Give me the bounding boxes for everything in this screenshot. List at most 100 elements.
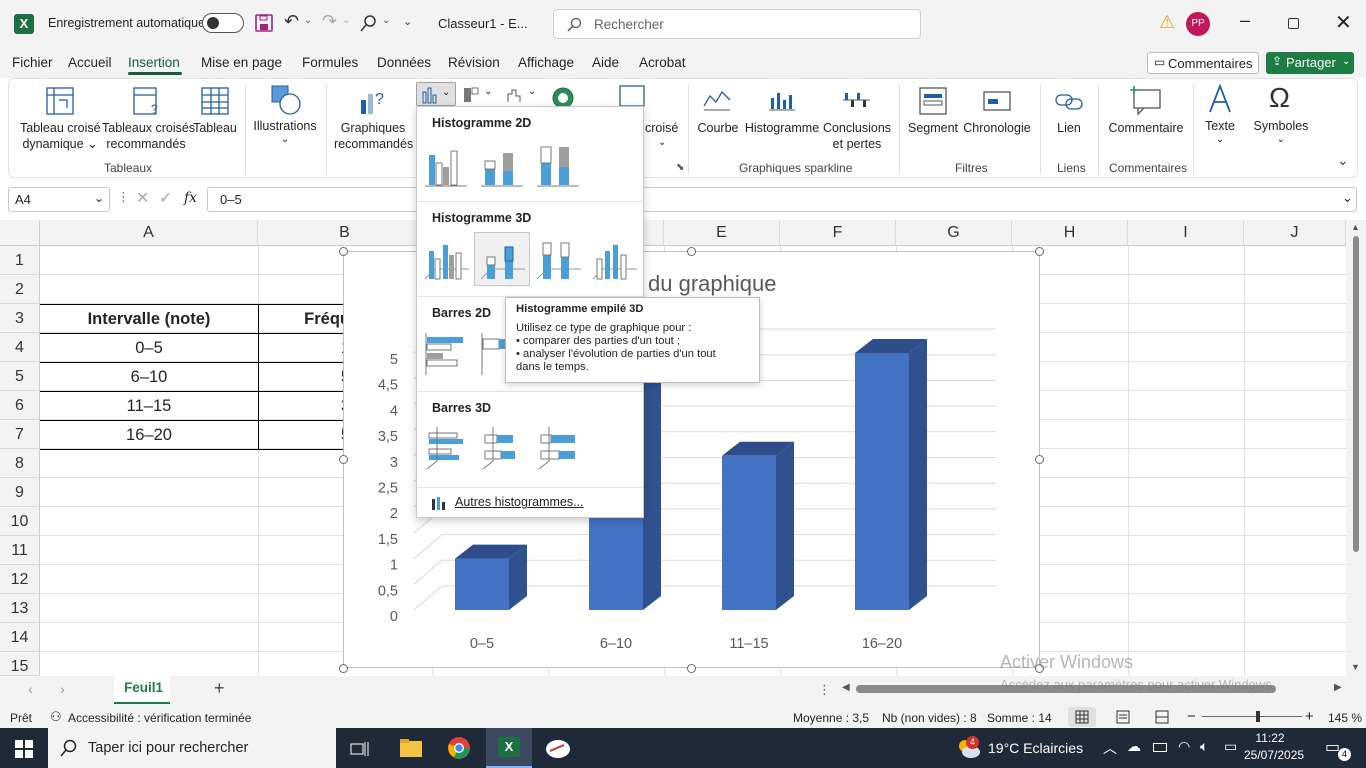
search-box[interactable]: Rechercher bbox=[553, 9, 921, 39]
battery-icon[interactable] bbox=[1153, 743, 1167, 752]
clustered-bar-icon[interactable] bbox=[423, 331, 469, 377]
autosave-toggle[interactable] bbox=[202, 13, 244, 33]
status-sum[interactable]: Somme : 14 bbox=[987, 711, 1052, 725]
symbols-button[interactable]: Ω Symboles ⌄ bbox=[1250, 82, 1312, 150]
save-icon[interactable] bbox=[255, 14, 273, 32]
excel-taskbar-button[interactable]: X bbox=[486, 728, 532, 768]
tab-formules[interactable]: Formules bbox=[302, 55, 358, 70]
row-header-13[interactable]: 13 bbox=[0, 594, 40, 623]
input-method-icon[interactable]: ▭ bbox=[1224, 738, 1237, 755]
row-header-11[interactable]: 11 bbox=[0, 536, 40, 565]
enter-icon[interactable]: ✓ bbox=[159, 188, 172, 208]
bar-4[interactable] bbox=[855, 353, 909, 610]
customize-toolbar-icon[interactable]: ⌄ bbox=[403, 15, 412, 28]
clock-time[interactable]: 11:22 bbox=[1250, 731, 1290, 745]
recommended-pivot-button[interactable]: ? Tableaux croisés recommandés bbox=[102, 84, 195, 154]
slicer-button[interactable]: Segment bbox=[904, 84, 962, 144]
sparkline-line-button[interactable]: Courbe bbox=[694, 84, 742, 144]
row-header-9[interactable]: 9 bbox=[0, 478, 40, 507]
resize-handle-tl[interactable] bbox=[339, 247, 348, 256]
pivot-chart-dropdown-icon[interactable]: ⌄ bbox=[658, 137, 666, 148]
ribbon-collapse-icon[interactable]: ⌄ bbox=[1337, 152, 1349, 169]
row-header-10[interactable]: 10 bbox=[0, 507, 40, 536]
scroll-right-icon[interactable]: ▶ bbox=[1334, 682, 1342, 693]
zoom-slider[interactable] bbox=[1202, 716, 1302, 717]
name-box[interactable]: A4 ⌄ bbox=[8, 187, 110, 212]
zoom-slider-thumb[interactable] bbox=[1256, 711, 1260, 722]
column-header-i[interactable]: I bbox=[1128, 220, 1244, 246]
page-layout-icon[interactable] bbox=[1116, 710, 1130, 724]
file-name[interactable]: Classeur1 - E... bbox=[438, 16, 528, 31]
row-header-15[interactable]: 15 bbox=[0, 652, 40, 676]
tab-donnees[interactable]: Données bbox=[377, 55, 431, 70]
column-header-e[interactable]: E bbox=[664, 220, 780, 246]
scroll-down-icon[interactable]: ▼ bbox=[1351, 662, 1360, 672]
cell-a5[interactable]: 6–10 bbox=[40, 363, 258, 392]
column-header-h[interactable]: H bbox=[1012, 220, 1128, 246]
3d-stacked-100-bar-icon[interactable] bbox=[535, 425, 581, 471]
weather-text[interactable]: 19°C Eclaircies bbox=[988, 740, 1083, 756]
timeline-button[interactable]: Chronologie bbox=[962, 84, 1032, 144]
restore-icon[interactable] bbox=[1288, 18, 1299, 29]
column-header-g[interactable]: G bbox=[896, 220, 1012, 246]
resize-handle-bl[interactable] bbox=[339, 664, 348, 673]
row-header-4[interactable]: 4 bbox=[0, 333, 40, 362]
chrome-icon[interactable] bbox=[447, 736, 471, 760]
file-explorer-icon[interactable] bbox=[399, 738, 423, 758]
wifi-icon[interactable]: ◠ bbox=[1178, 738, 1190, 755]
find-icon[interactable] bbox=[360, 14, 378, 32]
insert-function-icon[interactable]: fx bbox=[184, 190, 197, 206]
taskbar-search[interactable]: Taper ici pour rechercher bbox=[48, 728, 336, 768]
task-view-icon[interactable] bbox=[350, 740, 370, 758]
stacked-100-column-icon[interactable] bbox=[535, 141, 581, 187]
row-header-8[interactable]: 8 bbox=[0, 449, 40, 478]
windows-start-icon[interactable] bbox=[15, 740, 33, 758]
resize-handle-ml[interactable] bbox=[339, 455, 348, 464]
zoom-level[interactable]: 145 % bbox=[1328, 711, 1362, 725]
sheet-tab-feuil1[interactable]: Feuil1 bbox=[114, 676, 170, 704]
sparkline-column-button[interactable]: Histogramme bbox=[742, 84, 822, 144]
resize-handle-mr[interactable] bbox=[1035, 455, 1044, 464]
row-header-3[interactable]: 3 bbox=[0, 304, 40, 333]
column-header-a[interactable]: A bbox=[40, 220, 258, 246]
3d-stacked-100-column-icon[interactable] bbox=[535, 235, 581, 281]
scroll-left-icon[interactable]: ◀ bbox=[842, 682, 850, 693]
column-chart-button[interactable]: ⌄ bbox=[416, 82, 456, 106]
tray-cloud-icon[interactable]: ☁ bbox=[1127, 738, 1141, 755]
redo-icon[interactable]: ↷ bbox=[322, 11, 337, 32]
tab-fichier[interactable]: Fichier bbox=[12, 55, 53, 70]
more-column-charts-item[interactable]: Autres histogrammes... bbox=[427, 493, 637, 513]
cell-b3[interactable]: Fréqu bbox=[270, 305, 350, 334]
row-header-14[interactable]: 14 bbox=[0, 623, 40, 652]
cell-a4[interactable]: 0–5 bbox=[40, 334, 258, 363]
share-button[interactable]: ⇪ Partager ⌄ bbox=[1266, 52, 1354, 74]
3d-clustered-column-icon[interactable] bbox=[423, 235, 469, 281]
undo-icon[interactable]: ↶ bbox=[284, 11, 299, 32]
app-icon[interactable] bbox=[544, 737, 572, 761]
row-header-1[interactable]: 1 bbox=[0, 246, 40, 275]
table-button[interactable]: Tableau bbox=[192, 84, 238, 154]
find-dropdown-icon[interactable]: ⌄ bbox=[382, 15, 390, 26]
charts-dialog-launcher-icon[interactable]: ⬊ bbox=[676, 162, 684, 173]
normal-view-button[interactable] bbox=[1068, 707, 1096, 727]
tab-accueil[interactable]: Accueil bbox=[68, 55, 112, 70]
status-average[interactable]: Moyenne : 3,5 bbox=[793, 711, 869, 725]
add-sheet-icon[interactable]: + bbox=[214, 678, 225, 699]
bar-1[interactable] bbox=[455, 558, 509, 610]
cell-a3[interactable]: Intervalle (note) bbox=[40, 305, 258, 334]
clustered-column-icon[interactable] bbox=[423, 141, 469, 187]
tab-mise-en-page[interactable]: Mise en page bbox=[201, 55, 282, 70]
scroll-up-icon[interactable]: ▲ bbox=[1351, 222, 1360, 232]
waterfall-chart-button[interactable]: ⌄ bbox=[504, 84, 540, 106]
accessibility-status[interactable]: Accessibilité : vérification terminée bbox=[68, 711, 251, 725]
cell-a6[interactable]: 11–15 bbox=[40, 392, 258, 421]
comments-button[interactable]: ▭ Commentaires bbox=[1147, 52, 1259, 74]
3d-stacked-bar-icon[interactable] bbox=[479, 425, 525, 471]
bar-side[interactable] bbox=[776, 441, 794, 610]
text-button[interactable]: Texte ⌄ bbox=[1198, 84, 1242, 150]
vertical-scrollbar[interactable]: ▲ ▼ bbox=[1346, 220, 1366, 676]
accessibility-icon[interactable]: ⚇ bbox=[50, 709, 62, 725]
resize-handle-tm[interactable] bbox=[687, 247, 696, 256]
resize-handle-bm[interactable] bbox=[687, 664, 696, 673]
row-header-7[interactable]: 7 bbox=[0, 420, 40, 449]
